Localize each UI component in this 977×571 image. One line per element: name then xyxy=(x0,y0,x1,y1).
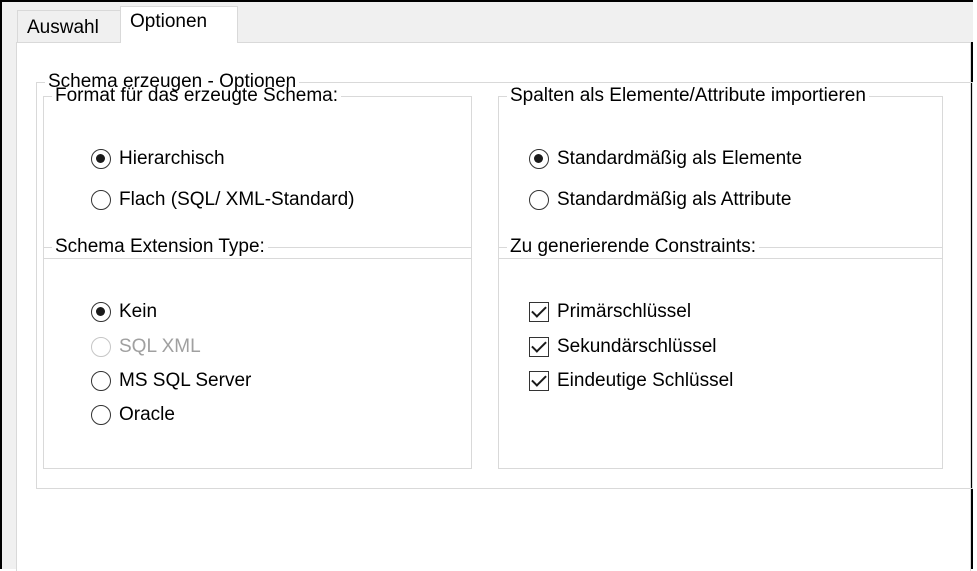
radio-label: SQL XML xyxy=(119,336,201,357)
checkbox-label: Eindeutige Schlüssel xyxy=(557,370,734,391)
checkbox-label: Primärschlüssel xyxy=(557,301,692,322)
radio-button[interactable] xyxy=(91,405,111,425)
dialog-window: Auswahl Optionen Schema erzeugen - Optio… xyxy=(0,0,973,571)
checkbox[interactable] xyxy=(529,302,549,322)
radio-label: MS SQL Server xyxy=(119,370,252,391)
format-group: Format für das erzeugte Schema: Hierarch… xyxy=(43,85,472,259)
radio-label: Standardmäßig als Elemente xyxy=(557,148,803,169)
radio-button[interactable] xyxy=(91,149,111,169)
constraints-group-title: Zu generierende Constraints: xyxy=(510,236,757,257)
tab-optionen[interactable]: Optionen xyxy=(120,6,238,43)
radio-button[interactable] xyxy=(91,371,111,391)
radio-button[interactable] xyxy=(91,190,111,210)
radio-button[interactable] xyxy=(529,149,549,169)
checkbox[interactable] xyxy=(529,371,549,391)
checkbox[interactable] xyxy=(529,337,549,357)
radio-label: Hierarchisch xyxy=(119,148,225,169)
extension-group-title: Schema Extension Type: xyxy=(55,236,265,257)
radio-button xyxy=(91,337,111,357)
constraints-group: Zu generierende Constraints: Primärschlü… xyxy=(498,236,943,469)
radio-label: Standardmäßig als Attribute xyxy=(557,189,792,210)
tab-auswahl[interactable]: Auswahl xyxy=(17,10,121,42)
tab-strip: Auswahl Optionen xyxy=(2,2,973,43)
columns-group-title: Spalten als Elemente/Attribute importier… xyxy=(510,85,866,106)
extension-type-group: Schema Extension Type: Kein SQL XML MS S… xyxy=(43,236,472,469)
radio-button[interactable] xyxy=(91,302,111,322)
radio-label: Oracle xyxy=(119,404,175,425)
checkbox-label: Sekundärschlüssel xyxy=(557,336,717,357)
radio-button[interactable] xyxy=(529,190,549,210)
columns-group: Spalten als Elemente/Attribute importier… xyxy=(498,85,943,259)
format-group-title: Format für das erzeugte Schema: xyxy=(55,85,339,106)
radio-label: Flach (SQL/ XML-Standard) xyxy=(119,189,355,210)
radio-label: Kein xyxy=(119,301,158,322)
